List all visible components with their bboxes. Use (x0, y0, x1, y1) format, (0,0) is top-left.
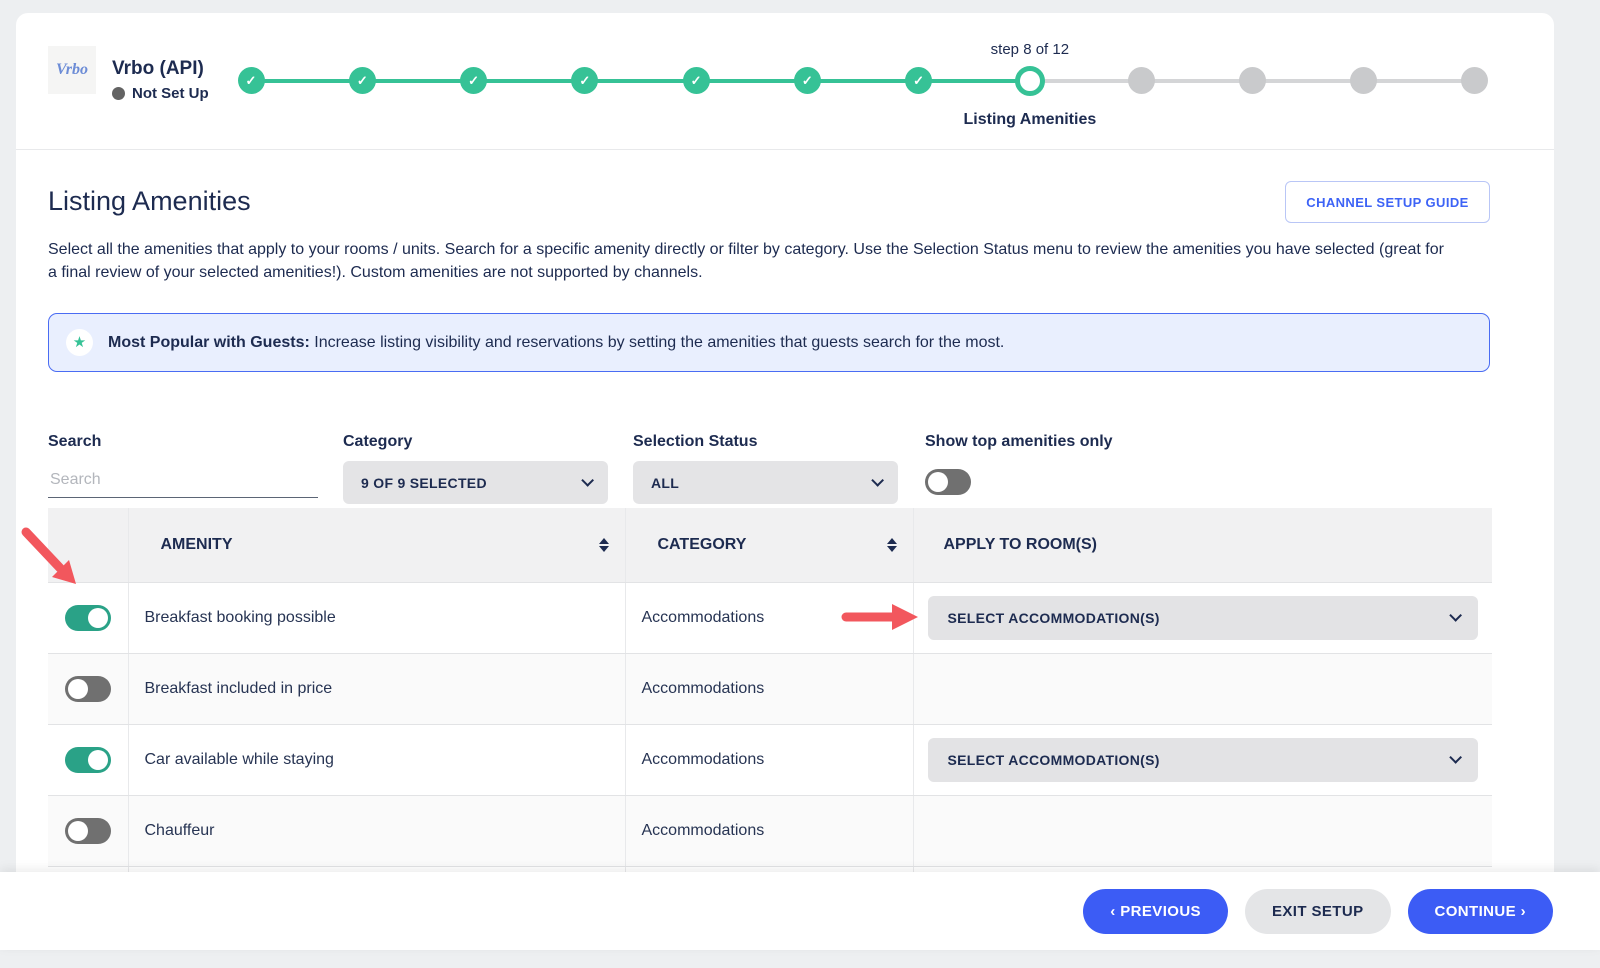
amenity-toggle[interactable] (65, 605, 111, 631)
top-amenities-label: Show top amenities only (925, 433, 1113, 451)
category-label: Category (343, 433, 608, 451)
step-node-upcoming[interactable] (1350, 67, 1377, 94)
wizard-header: Vrbo Vrbo (API) Not Set Up step 8 of 12 … (16, 13, 1554, 150)
top-amenities-toggle[interactable] (925, 469, 971, 495)
wizard-footer: ‹ PREVIOUS EXIT SETUP CONTINUE › (0, 872, 1600, 950)
toggle-column-header (48, 508, 128, 582)
amenity-category: Accommodations (642, 751, 765, 768)
channel-meta: Vrbo (API) Not Set Up (112, 58, 209, 102)
apply-rooms-select[interactable]: SELECT ACCOMMODATION(S) (928, 738, 1479, 782)
amenity-category: Accommodations (642, 822, 765, 839)
star-badge: ★ (66, 329, 93, 356)
top-amenities-filter: Show top amenities only (925, 433, 1113, 495)
table-row: Breakfast booking possible Accommodation… (48, 582, 1492, 653)
amenity-toggle[interactable] (65, 676, 111, 702)
step-counter-label: step 8 of 12 (991, 41, 1069, 58)
category-filter: Category 9 OF 9 SELECTED (343, 433, 608, 504)
toggle-knob (88, 608, 108, 628)
current-step-name: Listing Amenities (963, 111, 1096, 129)
chevron-down-icon (1449, 751, 1462, 764)
step-node-done[interactable]: ✓ (238, 67, 265, 94)
page-description: Select all the amenities that apply to y… (48, 238, 1453, 284)
selection-status-label: Selection Status (633, 433, 898, 451)
step-node-current[interactable] (1015, 66, 1045, 96)
amenity-toggle[interactable] (65, 818, 111, 844)
most-popular-banner: ★ Most Popular with Guests: Increase lis… (48, 313, 1490, 372)
step-node-upcoming[interactable] (1239, 67, 1266, 94)
table-row: Car available while staying Accommodatio… (48, 724, 1492, 795)
apply-column-header: APPLY TO ROOM(S) (913, 508, 1492, 582)
selection-status-filter: Selection Status ALL (633, 433, 898, 504)
toggle-knob (88, 750, 108, 770)
amenity-name: Chauffeur (145, 822, 215, 839)
table-row: Breakfast included in price Accommodatio… (48, 653, 1492, 724)
step-node-done[interactable]: ✓ (571, 67, 598, 94)
progress-stepper: step 8 of 12 Listing Amenities ✓ ✓ ✓ ✓ ✓ ✓ ✓ (238, 13, 1498, 150)
banner-title: Most Popular with Guests: (108, 334, 310, 351)
chevron-down-icon (871, 474, 884, 487)
toggle-knob (68, 821, 88, 841)
selection-status-value: ALL (651, 475, 679, 491)
apply-header-label: APPLY TO ROOM(S) (944, 536, 1098, 554)
step-node-upcoming[interactable] (1128, 67, 1155, 94)
apply-rooms-value: SELECT ACCOMMODATION(S) (948, 610, 1160, 626)
step-node-upcoming[interactable] (1461, 67, 1488, 94)
amenity-name: Car available while staying (145, 751, 334, 768)
channel-logo: Vrbo (48, 46, 96, 94)
amenity-category: Accommodations (642, 680, 765, 697)
continue-button[interactable]: CONTINUE › (1408, 889, 1554, 934)
amenity-name: Breakfast booking possible (145, 609, 336, 626)
chevron-down-icon (581, 474, 594, 487)
chevron-down-icon (1449, 609, 1462, 622)
selection-status-select[interactable]: ALL (633, 461, 898, 504)
step-node-done[interactable]: ✓ (794, 67, 821, 94)
toggle-knob (928, 472, 948, 492)
step-node-done[interactable]: ✓ (905, 67, 932, 94)
apply-rooms-select[interactable]: SELECT ACCOMMODATION(S) (928, 596, 1479, 640)
search-label: Search (48, 433, 318, 451)
amenity-column-header[interactable]: AMENITY (128, 508, 625, 582)
search-input[interactable] (48, 465, 318, 498)
amenity-toggle[interactable] (65, 747, 111, 773)
step-node-done[interactable]: ✓ (460, 67, 487, 94)
star-icon: ★ (73, 335, 86, 350)
channel-status: Not Set Up (112, 85, 209, 102)
category-column-header[interactable]: CATEGORY (625, 508, 913, 582)
toggle-knob (68, 679, 88, 699)
amenity-name: Breakfast included in price (145, 680, 333, 697)
category-header-label: CATEGORY (658, 536, 747, 554)
channel-name: Vrbo (API) (112, 58, 209, 80)
vrbo-logo-text: Vrbo (56, 61, 88, 79)
table-header-row: AMENITY CATEGORY APPLY TO ROOM(S) (48, 508, 1492, 582)
previous-button[interactable]: ‹ PREVIOUS (1083, 889, 1228, 934)
sort-icon[interactable] (599, 538, 609, 552)
status-dot-icon (112, 87, 125, 100)
amenity-category: Accommodations (642, 609, 765, 626)
page-title: Listing Amenities (48, 186, 251, 217)
banner-text: Most Popular with Guests: Increase listi… (108, 334, 1004, 352)
category-select-value: 9 OF 9 SELECTED (361, 475, 487, 491)
search-filter: Search (48, 433, 318, 498)
apply-rooms-value: SELECT ACCOMMODATION(S) (948, 752, 1160, 768)
banner-body: Increase listing visibility and reservat… (314, 334, 1004, 351)
category-select[interactable]: 9 OF 9 SELECTED (343, 461, 608, 504)
amenity-header-label: AMENITY (161, 536, 233, 554)
step-node-done[interactable]: ✓ (349, 67, 376, 94)
sort-icon[interactable] (887, 538, 897, 552)
channel-status-label: Not Set Up (132, 85, 209, 102)
setup-wizard-card: Vrbo Vrbo (API) Not Set Up step 8 of 12 … (16, 13, 1554, 940)
amenities-table: AMENITY CATEGORY APPLY TO ROOM(S) (48, 508, 1492, 887)
exit-setup-button[interactable]: EXIT SETUP (1245, 889, 1391, 934)
channel-setup-guide-button[interactable]: CHANNEL SETUP GUIDE (1285, 181, 1490, 223)
table-row: Chauffeur Accommodations (48, 795, 1492, 866)
step-node-done[interactable]: ✓ (683, 67, 710, 94)
